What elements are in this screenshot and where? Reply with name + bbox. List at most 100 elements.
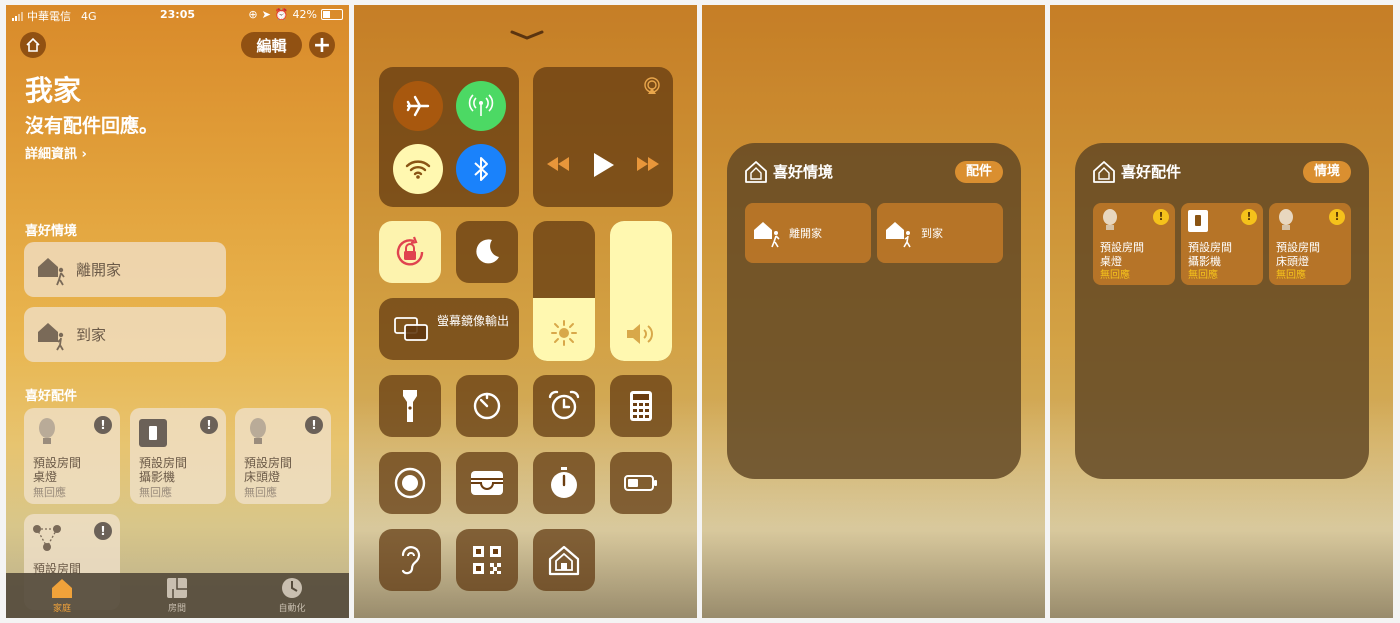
edit-button[interactable]: 編輯 — [241, 32, 302, 58]
accessory-desk-lamp[interactable]: ! 預設房間 桌燈 無回應 — [24, 408, 120, 504]
scene-arrive-home[interactable]: 到家 — [24, 307, 226, 362]
bulb-icon — [1279, 209, 1293, 230]
home-icon — [548, 545, 580, 576]
accessories-toggle-button[interactable]: 配件 — [954, 161, 1003, 183]
warning-icon: ! — [1241, 209, 1257, 225]
details-link[interactable]: 詳細資訊 › — [25, 143, 87, 162]
wifi-toggle[interactable] — [393, 144, 443, 194]
airplane-mode-toggle[interactable] — [393, 81, 443, 131]
warning-icon: ! — [305, 416, 323, 434]
house-icon — [26, 37, 40, 52]
wallet-button[interactable] — [456, 452, 518, 514]
volume-slider[interactable] — [610, 221, 672, 361]
scenes-toggle-button[interactable]: 情境 — [1302, 161, 1351, 183]
calculator-icon — [630, 391, 652, 421]
warning-icon: ! — [94, 522, 112, 540]
accessories-header: 喜好配件 — [25, 389, 78, 404]
status-message: 沒有配件回應。 — [25, 115, 159, 137]
timer-icon — [473, 392, 501, 420]
tab-rooms[interactable]: 房間 — [147, 577, 207, 614]
arrive-home-icon — [886, 222, 911, 248]
arrive-home-icon — [38, 322, 64, 350]
bridge-icon — [33, 525, 61, 551]
rotation-lock-toggle[interactable] — [379, 221, 441, 283]
home-widget-scenes-screen: 喜好情境 配件 離開家 到家 — [702, 5, 1045, 618]
accessory-status: 無回應 — [139, 486, 172, 499]
scene-arrive-home[interactable]: 到家 — [877, 203, 1003, 263]
tab-home[interactable]: 家庭 — [32, 577, 92, 614]
screen-mirroring-label: 螢幕鏡像輸出 — [437, 314, 510, 328]
brightness-slider[interactable] — [533, 221, 595, 361]
accessory-desk-lamp[interactable]: ! 預設房間 桌燈 無回應 — [1093, 203, 1175, 285]
home-controls-button[interactable] — [533, 529, 595, 591]
home-icon — [1093, 161, 1115, 183]
home-app-screen: 中華電信 4G 23:05 ⊕ ➤ ⏰ 42% 編輯 + 我家 沒有配件回應。 … — [6, 5, 349, 618]
switch-icon — [139, 419, 167, 447]
alarm-status-icon: ⏰ — [274, 8, 289, 21]
scene-leave-home[interactable]: 離開家 — [745, 203, 871, 263]
tab-bar: 家庭 房間 自動化 — [6, 573, 349, 618]
home-tab-icon — [52, 579, 72, 598]
bulb-icon — [1103, 209, 1117, 230]
fast-forward-icon[interactable] — [635, 155, 661, 173]
accessory-bedside-lamp[interactable]: ! 預設房間 床頭燈 無回應 — [1269, 203, 1351, 285]
stopwatch-button[interactable] — [533, 452, 595, 514]
qr-scanner-button[interactable] — [456, 529, 518, 591]
alarm-button[interactable] — [533, 375, 595, 437]
status-bar: 中華電信 4G 23:05 ⊕ ➤ ⏰ 42% — [6, 8, 349, 24]
accessory-status: 無回應 — [244, 486, 277, 499]
add-button[interactable]: + — [309, 32, 335, 58]
rotation-lock-icon — [396, 236, 424, 266]
screen-mirroring-button[interactable]: 螢幕鏡像輸出 — [379, 298, 519, 360]
tab-label: 自動化 — [278, 604, 306, 614]
airplay-icon[interactable] — [643, 77, 661, 95]
rewind-icon[interactable] — [545, 155, 571, 173]
accessory-bedside-lamp[interactable]: ! 預設房間 床頭燈 無回應 — [235, 408, 331, 504]
do-not-disturb-toggle[interactable] — [456, 221, 518, 283]
switch-icon — [1188, 210, 1208, 232]
low-power-icon — [624, 475, 657, 491]
accessory-name: 床頭燈 — [244, 470, 281, 484]
airplane-icon — [406, 95, 430, 117]
volume-icon — [627, 324, 653, 344]
scene-label: 到家 — [921, 227, 943, 240]
home-widget-card: 喜好配件 情境 ! 預設房間 桌燈 無回應 ! 預設房間 攝影機 無回應 ! 預… — [1075, 143, 1369, 479]
timer-button[interactable] — [456, 375, 518, 437]
dismiss-chevron-icon[interactable] — [510, 29, 544, 41]
tab-automation[interactable]: 自動化 — [262, 577, 322, 614]
alarm-icon — [548, 390, 580, 420]
tab-label: 家庭 — [52, 604, 71, 614]
battery-icon — [321, 9, 343, 20]
accessory-status: 無回應 — [1100, 270, 1130, 281]
rotation-lock-status-icon: ⊕ — [248, 8, 258, 21]
play-icon[interactable] — [591, 151, 617, 179]
brightness-icon — [551, 320, 577, 346]
accessory-camera[interactable]: ! 預設房間 攝影機 無回應 — [130, 408, 226, 504]
now-playing-module — [533, 67, 673, 207]
bluetooth-icon — [474, 157, 488, 181]
home-widget-accessories-screen: 喜好配件 情境 ! 預設房間 桌燈 無回應 ! 預設房間 攝影機 無回應 ! 預… — [1050, 5, 1393, 618]
low-power-mode-button[interactable] — [610, 452, 672, 514]
control-center-screen: 螢幕鏡像輸出 — [354, 5, 697, 618]
bluetooth-toggle[interactable] — [456, 144, 506, 194]
accessory-status: 無回應 — [1188, 270, 1218, 281]
scene-label: 離開家 — [76, 261, 122, 279]
hearing-button[interactable] — [379, 529, 441, 591]
calculator-button[interactable] — [610, 375, 672, 437]
warning-icon: ! — [1329, 209, 1345, 225]
accessory-status: 無回應 — [33, 486, 66, 499]
cellular-icon — [468, 94, 494, 116]
screen-record-icon — [394, 467, 426, 499]
flashlight-button[interactable] — [379, 375, 441, 437]
page-title: 我家 — [25, 74, 82, 107]
home-widget-card: 喜好情境 配件 離開家 到家 — [727, 143, 1021, 479]
do-not-disturb-icon — [476, 239, 499, 264]
screen-record-button[interactable] — [379, 452, 441, 514]
screen-mirroring-icon — [394, 317, 428, 341]
home-settings-button[interactable] — [20, 32, 46, 58]
cellular-data-toggle[interactable] — [456, 81, 506, 131]
scene-label: 到家 — [76, 326, 107, 344]
accessory-camera[interactable]: ! 預設房間 攝影機 無回應 — [1181, 203, 1263, 285]
accessory-name: 攝影機 — [139, 470, 176, 484]
scene-leave-home[interactable]: 離開家 — [24, 242, 226, 297]
